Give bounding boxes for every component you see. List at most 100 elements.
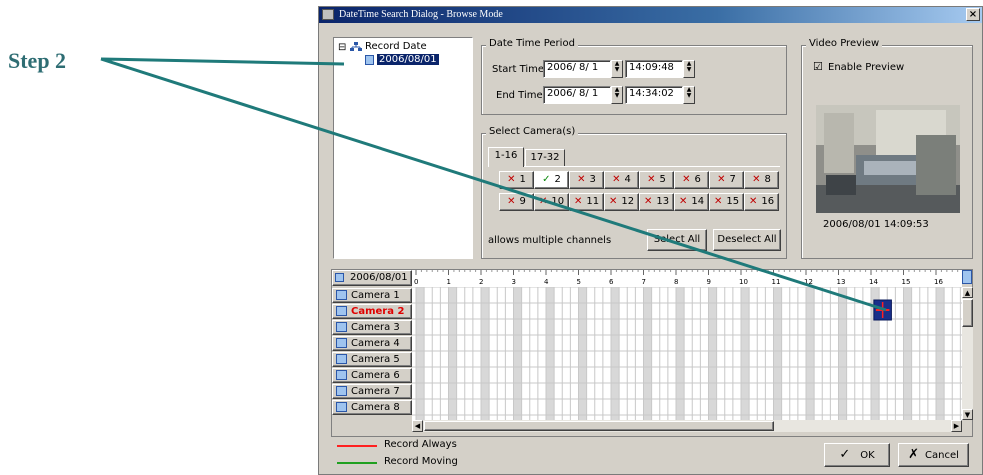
tree-expander-icon[interactable]: ⊟ [338,42,346,53]
hour-label: 16 [934,278,943,286]
timeline-hour-band [676,287,685,420]
start-time-field[interactable]: 14:09:48 [625,60,683,78]
network-icon [350,42,362,52]
camera-icon [336,322,347,332]
timeline-hour-band [936,287,945,420]
enable-preview-label[interactable]: Enable Preview [828,62,904,73]
x-mark-icon: ✕ [643,196,653,207]
hour-label: 8 [674,278,678,286]
camera-row-6[interactable]: Camera 6 [332,368,412,383]
video-preview-image [816,105,960,213]
timeline-hour-band [903,287,912,420]
camera-button-9[interactable]: ✕ 9 [499,193,534,211]
hour-label: 6 [609,278,614,286]
camera-button-11[interactable]: ✕ 11 [569,193,604,211]
tab-cameras-1-16[interactable]: 1-16 [488,147,524,167]
camera-button-16[interactable]: ✕ 16 [744,193,779,211]
end-time-label: End Time: [496,90,547,101]
x-mark-icon: ✕ [573,196,583,207]
x-mark-icon: ✕ [577,174,586,185]
start-date-field[interactable]: 2006/ 8/ 1 [543,60,611,78]
camera-row-label: Camera 3 [351,322,400,333]
camera-button-13[interactable]: ✕ 13 [639,193,674,211]
scroll-right-arrow-icon[interactable]: ▶ [951,420,962,432]
timeline-hour-band [741,287,750,420]
hour-label: 9 [707,278,711,286]
hour-label: 2 [479,278,483,286]
tree-root-label[interactable]: Record Date [365,41,427,52]
vscroll-thumb[interactable] [962,299,973,327]
camera-button-1[interactable]: ✕ 1 [499,171,534,189]
camera-row-4[interactable]: Camera 4 [332,336,412,351]
camera-button-10[interactable]: ✕ 10 [534,193,569,211]
camera-button-4[interactable]: ✕ 4 [604,171,639,189]
enable-preview-checkbox[interactable]: ☑ [813,60,823,73]
camera-button-number: 15 [726,196,740,207]
camera-row-label: Camera 8 [351,402,400,413]
scroll-left-arrow-icon[interactable]: ◀ [412,420,423,432]
camera-icon [336,354,347,364]
scroll-up-arrow-icon[interactable]: ▲ [962,287,973,298]
end-date-spinner[interactable]: ▲ ▼ [611,86,623,104]
start-date-spinner[interactable]: ▲ ▼ [611,60,623,78]
camera-button-2[interactable]: ✓ 2 [534,171,569,189]
camera-row-2[interactable]: Camera 2 [332,304,412,319]
camera-row-8[interactable]: Camera 8 [332,400,412,415]
camera-button-6[interactable]: ✕ 6 [674,171,709,189]
hour-label: 11 [772,278,781,286]
record-always-swatch [337,445,377,447]
x-mark-icon: ✕ [682,174,691,185]
hour-label: 14 [869,278,878,286]
camera-icon [336,306,347,316]
camera-row-1[interactable]: Camera 1 [332,288,412,303]
start-time-spinner[interactable]: ▲ ▼ [683,60,695,78]
tree-date-item[interactable]: 2006/08/01 [377,54,439,65]
date-time-period-title: Date Time Period [486,38,578,49]
title-bar: DateTime Search Dialog - Browse Mode × [319,7,982,23]
cancel-button[interactable]: ✗ Cancel [898,443,969,467]
camera-button-8[interactable]: ✕ 8 [744,171,779,189]
record-always-label: Record Always [384,439,457,450]
camera-button-number: 9 [519,196,526,207]
camera-button-5[interactable]: ✕ 5 [639,171,674,189]
x-mark-icon: ✕ [717,174,726,185]
camera-button-number: 7 [729,174,736,185]
camera-button-number: 6 [694,174,701,185]
timeline-grid[interactable]: 0 1 2 3 4 5 6 7 8 9 10 11 12 13 14 15 16 [412,270,962,420]
video-preview-title: Video Preview [806,38,883,49]
camera-row-5[interactable]: Camera 5 [332,352,412,367]
tab-cameras-17-32[interactable]: 17-32 [525,149,565,167]
hscroll-thumb[interactable] [424,421,774,431]
camera-button-14[interactable]: ✕ 14 [674,193,709,211]
close-button[interactable]: × [966,8,980,21]
camera-row-7[interactable]: Camera 7 [332,384,412,399]
camera-button-3[interactable]: ✕ 3 [569,171,604,189]
timeline-hour-band [578,287,587,420]
hour-label: 4 [544,278,549,286]
timeline-hour-band [643,287,652,420]
camera-button-number: 4 [624,174,631,185]
hour-label: 3 [512,278,516,286]
end-time-spinner[interactable]: ▲ ▼ [683,86,695,104]
ok-button[interactable]: ✓ OK [824,443,890,467]
camera-icon [336,290,347,300]
x-mark-icon: ✕ [748,196,758,207]
scroll-down-arrow-icon[interactable]: ▼ [962,409,973,420]
camera-button-12[interactable]: ✕ 12 [604,193,639,211]
x-mark-icon: ✕ [713,196,723,207]
x-mark-icon: ✕ [507,174,516,185]
camera-row-label: Camera 5 [351,354,400,365]
timeline-ruler [412,270,962,287]
end-time-field[interactable]: 14:34:02 [625,86,683,104]
camera-button-15[interactable]: ✕ 15 [709,193,744,211]
camera-button-7[interactable]: ✕ 7 [709,171,744,189]
record-date-tree[interactable]: ⊟ Record Date 2006/08/01 [333,37,473,259]
deselect-all-button[interactable]: Deselect All [713,229,781,251]
camera-row-3[interactable]: Camera 3 [332,320,412,335]
end-date-field[interactable]: 2006/ 8/ 1 [543,86,611,104]
select-all-button[interactable]: Select All [647,229,707,251]
select-cameras-title: Select Camera(s) [486,126,579,137]
camera-row-label: Camera 1 [351,290,400,301]
camera-button-number: 12 [621,196,635,207]
datetime-search-dialog: DateTime Search Dialog - Browse Mode × ⊟… [318,6,983,475]
